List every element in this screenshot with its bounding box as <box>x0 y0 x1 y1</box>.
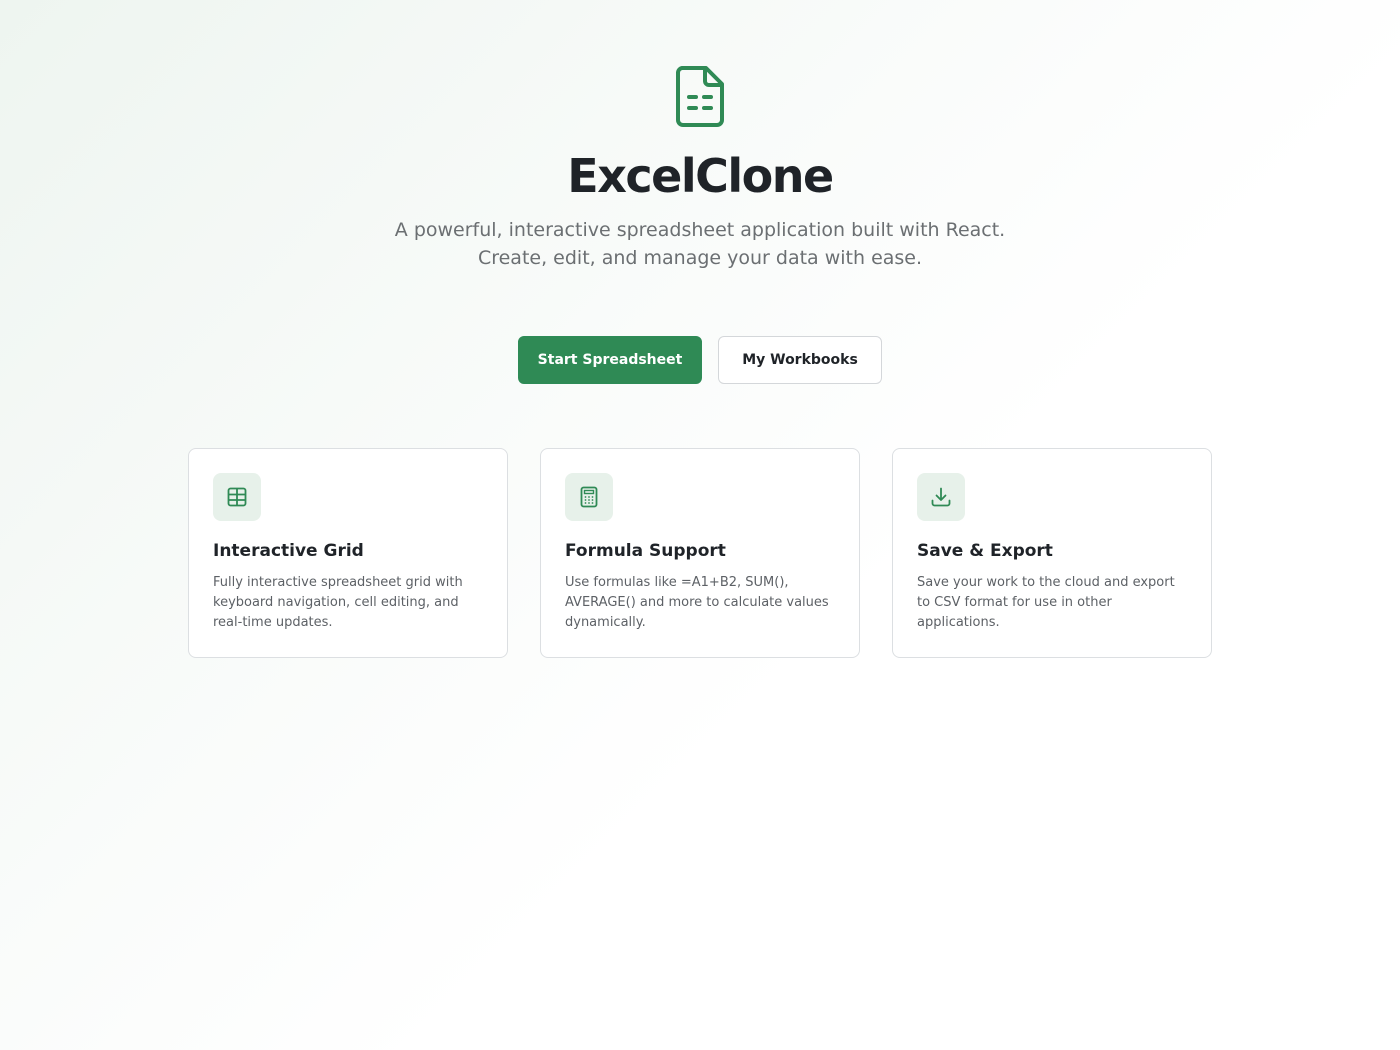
feature-card-save-export: Save & Export Save your work to the clou… <box>892 448 1212 658</box>
app-title: ExcelClone <box>567 149 834 203</box>
my-workbooks-button[interactable]: My Workbooks <box>718 336 882 384</box>
feature-description: Save your work to the cloud and export t… <box>917 575 1175 630</box>
feature-title: Formula Support <box>565 541 726 561</box>
feature-description: Use formulas like =A1+B2, SUM(), AVERAGE… <box>565 575 829 630</box>
feature-title: Interactive Grid <box>213 541 364 561</box>
spreadsheet-file-icon <box>672 64 728 128</box>
feature-title: Save & Export <box>917 541 1053 561</box>
app-subtitle: A powerful, interactive spreadsheet appl… <box>394 219 1006 269</box>
table-grid-icon <box>213 473 261 521</box>
start-spreadsheet-button[interactable]: Start Spreadsheet <box>518 336 702 384</box>
feature-card-interactive-grid: Interactive Grid Fully interactive sprea… <box>188 448 508 658</box>
download-icon <box>917 473 965 521</box>
feature-description: Fully interactive spreadsheet grid with … <box>213 575 463 630</box>
feature-card-formula-support: Formula Support Use formulas like =A1+B2… <box>540 448 860 658</box>
calculator-icon <box>565 473 613 521</box>
